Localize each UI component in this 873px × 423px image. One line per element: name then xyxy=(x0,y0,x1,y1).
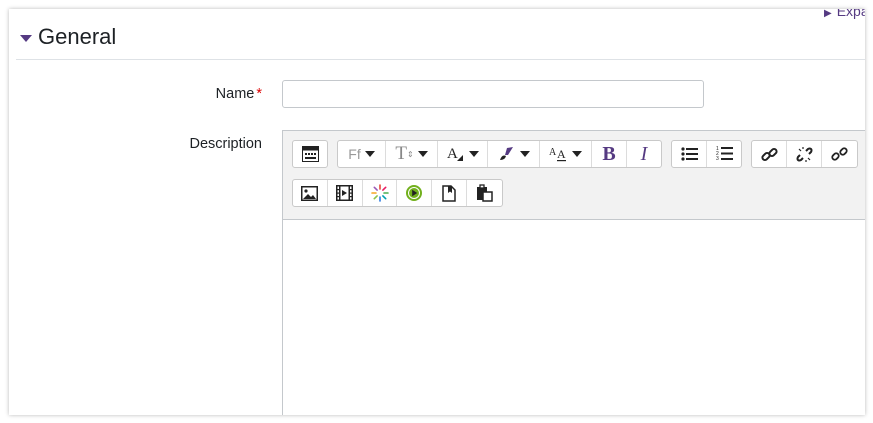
toolbar-toggle-icon xyxy=(301,146,319,162)
background-color-icon xyxy=(498,146,516,162)
section-divider xyxy=(16,59,865,60)
size-arrows-icon: ⇕ xyxy=(406,149,414,159)
dropdown-arrow-icon xyxy=(417,151,428,157)
text-style-button[interactable]: AA xyxy=(540,141,592,167)
name-label-text: Name xyxy=(215,86,255,102)
collapse-caret-icon[interactable] xyxy=(20,34,32,42)
toolbar-toggle-button[interactable] xyxy=(293,141,327,167)
paste-button[interactable] xyxy=(467,180,502,206)
unordered-list-icon xyxy=(680,147,698,161)
media-button[interactable] xyxy=(328,180,363,206)
required-marker: * xyxy=(256,86,262,102)
anchor-button[interactable] xyxy=(822,141,857,167)
font-family-icon: Ff xyxy=(348,146,361,162)
media-icon xyxy=(336,185,354,201)
dropdown-arrow-icon xyxy=(469,151,479,157)
text-style-icon: AA xyxy=(549,146,568,162)
unlink-icon xyxy=(796,146,813,163)
bold-icon: B xyxy=(602,142,616,165)
editor-content-area[interactable] xyxy=(283,220,865,415)
unlink-button[interactable] xyxy=(787,141,822,167)
form-panel: ▶ Expa General Name * Description Ff T ⇕… xyxy=(9,9,865,415)
h5p-icon xyxy=(405,184,423,202)
name-input[interactable] xyxy=(282,80,704,108)
anchor-icon xyxy=(831,146,848,163)
expand-all-link[interactable]: ▶ Expa xyxy=(824,9,865,19)
name-label: Name * xyxy=(179,86,262,102)
link-button[interactable] xyxy=(752,141,787,167)
toolbar-group-style: Ff T ⇕ A AA B I xyxy=(337,140,662,168)
paste-icon xyxy=(476,184,493,202)
image-button[interactable] xyxy=(293,180,328,206)
description-label: Description xyxy=(189,136,262,152)
expand-icon: ▶ xyxy=(824,9,832,19)
manage-files-icon xyxy=(370,184,389,202)
expand-all-label: Expa xyxy=(836,9,865,19)
section-title: General xyxy=(38,24,117,49)
background-color-button[interactable] xyxy=(488,141,540,167)
font-color-button[interactable]: A xyxy=(438,141,488,167)
copy-button[interactable] xyxy=(432,180,468,206)
editor-toolbar: Ff T ⇕ A AA B I 1 2 3 xyxy=(283,131,865,220)
unordered-list-button[interactable] xyxy=(672,141,707,167)
toolbar-group-collapse xyxy=(292,140,328,168)
ordered-list-icon: 123 xyxy=(716,146,733,162)
font-color-icon: A xyxy=(446,146,465,162)
font-family-button[interactable]: Ff xyxy=(338,141,386,167)
toolbar-group-files xyxy=(292,179,503,207)
copy-icon xyxy=(442,184,456,202)
toolbar-group-list: 123 xyxy=(671,140,742,168)
dropdown-arrow-icon xyxy=(519,151,530,157)
toolbar-group-links xyxy=(751,140,858,168)
ordered-list-button[interactable]: 123 xyxy=(707,141,741,167)
svg-text:A: A xyxy=(557,147,566,161)
link-icon xyxy=(760,146,778,163)
dropdown-arrow-icon xyxy=(364,151,375,157)
svg-text:A: A xyxy=(549,147,557,158)
font-size-button[interactable]: T ⇕ xyxy=(386,141,438,167)
description-editor[interactable]: Ff T ⇕ A AA B I 1 2 3 xyxy=(282,130,865,415)
manage-files-button[interactable] xyxy=(363,180,398,206)
italic-icon: I xyxy=(640,142,648,165)
h5p-button[interactable] xyxy=(397,180,433,206)
image-icon xyxy=(301,185,319,201)
italic-button[interactable]: I xyxy=(627,141,661,167)
bold-button[interactable]: B xyxy=(592,141,627,167)
font-size-icon: T xyxy=(395,143,407,164)
svg-text:A: A xyxy=(447,146,458,162)
section-header-general[interactable]: General xyxy=(20,24,116,50)
dropdown-arrow-icon xyxy=(572,151,582,157)
svg-text:3: 3 xyxy=(716,156,719,162)
